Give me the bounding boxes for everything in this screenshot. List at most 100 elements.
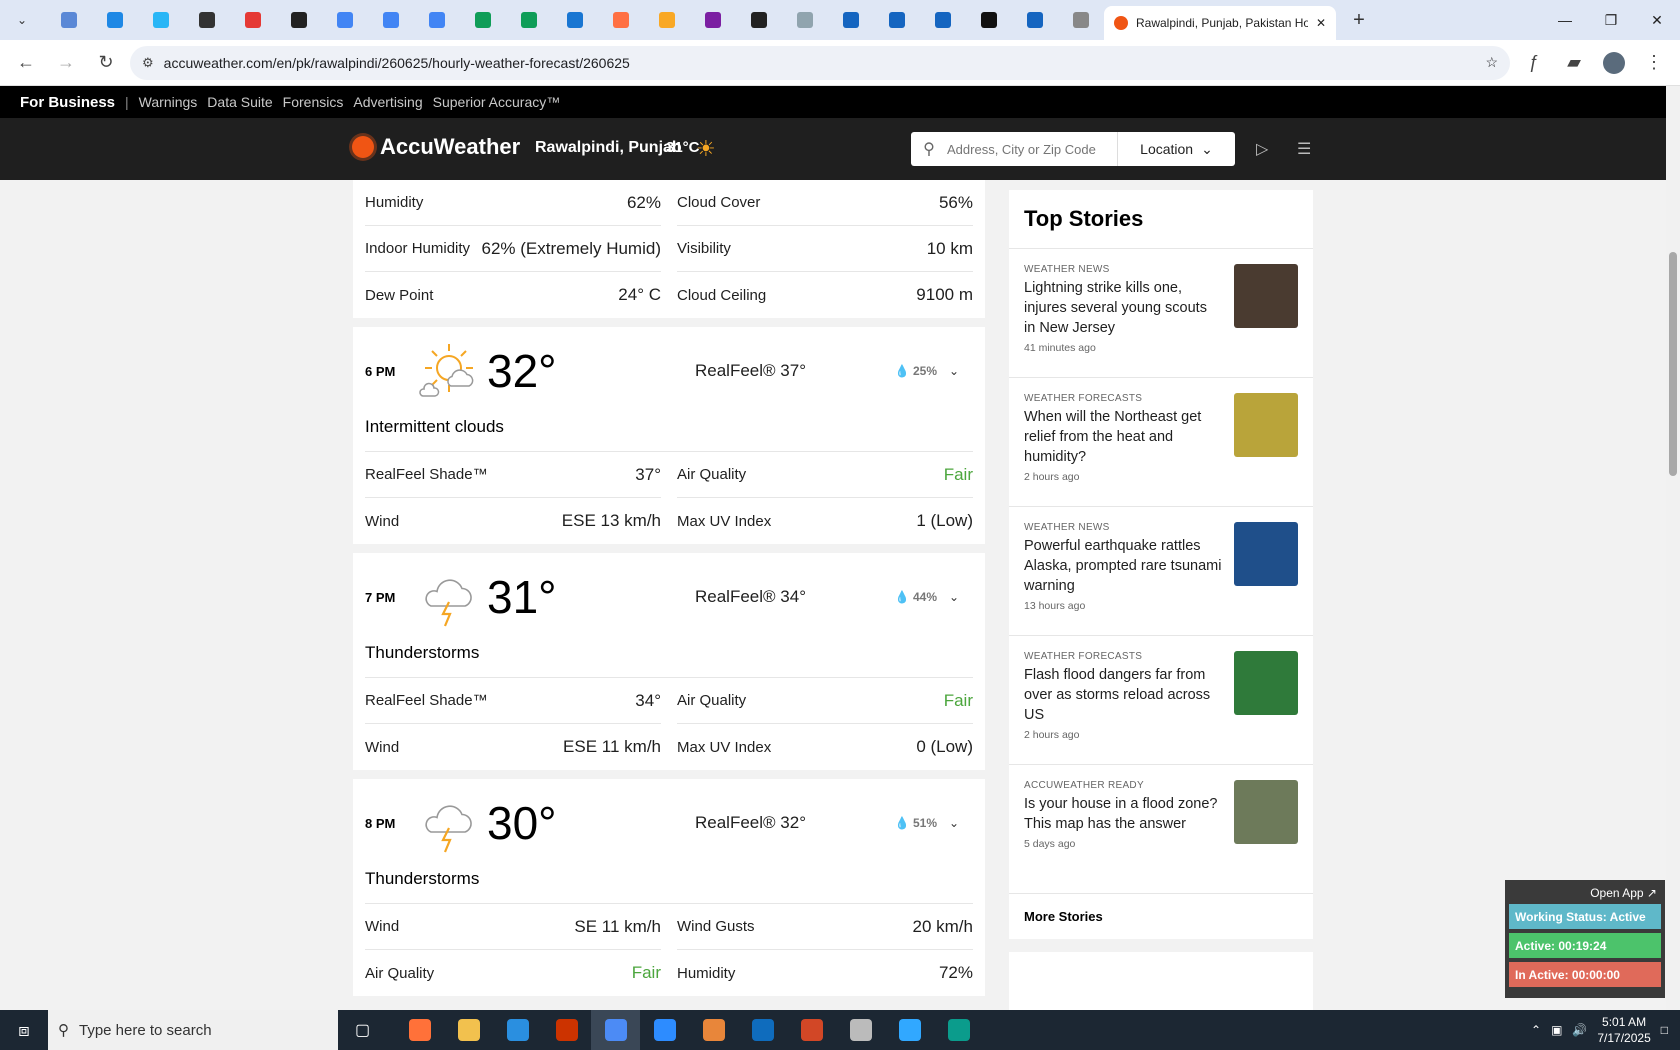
browser-tab[interactable] <box>276 0 322 40</box>
tray-chevron-icon[interactable]: ⌃ <box>1531 1023 1541 1037</box>
browser-tab[interactable] <box>782 0 828 40</box>
taskbar-app-icon[interactable] <box>395 1010 444 1050</box>
taskbar-app-icon[interactable] <box>689 1010 738 1050</box>
url-text[interactable]: accuweather.com/en/pk/rawalpindi/260625/… <box>164 55 1476 71</box>
hour-card-7pm[interactable]: 7 PM 31° RealFeel® 34° 💧 44% ⌄ Thunderst… <box>353 553 985 770</box>
advertising-link[interactable]: Advertising <box>353 94 422 110</box>
browser-tab[interactable] <box>644 0 690 40</box>
browser-tab[interactable] <box>598 0 644 40</box>
warnings-link[interactable]: Warnings <box>139 94 198 110</box>
story-item[interactable]: ACCUWEATHER READY Is your house in a floo… <box>1009 765 1313 894</box>
tab-search-icon[interactable]: ⌄ <box>8 6 36 34</box>
browser-menu-icon[interactable]: ⋮ <box>1638 47 1670 79</box>
extension-icon[interactable]: ƒ <box>1518 47 1550 79</box>
hour-header[interactable]: 7 PM 31° RealFeel® 34° 💧 44% ⌄ <box>365 553 973 641</box>
hour-header[interactable]: 8 PM 30° RealFeel® 32° 💧 51% ⌄ <box>365 779 973 867</box>
browser-tab[interactable] <box>736 0 782 40</box>
network-icon[interactable]: ▣ <box>1551 1023 1562 1037</box>
taskbar-app-icon[interactable] <box>444 1010 493 1050</box>
close-tab-icon[interactable]: ✕ <box>1316 16 1326 30</box>
taskbar-app-icon[interactable] <box>934 1010 983 1050</box>
taskbar-app-icon[interactable] <box>640 1010 689 1050</box>
expand-chevron-icon[interactable]: ⌄ <box>949 364 959 378</box>
superior-accuracy-link[interactable]: Superior Accuracy™ <box>433 94 561 110</box>
browser-tab[interactable] <box>552 0 598 40</box>
browser-tab[interactable] <box>92 0 138 40</box>
taskbar-search[interactable]: ⚲ Type here to search <box>48 1010 338 1050</box>
profile-avatar[interactable] <box>1598 47 1630 79</box>
hour-card-6pm[interactable]: 6 PM 32° RealFeel® 37° 💧 25% ⌄ Intermitt… <box>353 327 985 544</box>
system-clock[interactable]: 5:01 AM 7/17/2025 <box>1597 1014 1650 1046</box>
browser-tab[interactable] <box>230 0 276 40</box>
back-button[interactable]: ← <box>10 47 42 79</box>
reload-button[interactable]: ↻ <box>90 47 122 79</box>
active-tab[interactable]: Rawalpindi, Punjab, Pakistan Ho ✕ <box>1104 6 1336 40</box>
browser-tab[interactable] <box>920 0 966 40</box>
forward-button[interactable]: → <box>50 47 82 79</box>
story-item[interactable]: WEATHER FORECASTS Flash flood dangers far… <box>1009 636 1313 765</box>
browser-tab[interactable] <box>874 0 920 40</box>
data-suite-link[interactable]: Data Suite <box>207 94 272 110</box>
hamburger-menu-icon[interactable]: ☰ <box>1297 139 1311 159</box>
close-window-button[interactable]: ✕ <box>1634 0 1680 40</box>
browser-tab[interactable] <box>46 0 92 40</box>
task-view-icon[interactable]: ▢ <box>338 1010 387 1050</box>
browser-tab[interactable] <box>460 0 506 40</box>
taskbar-app-icon[interactable] <box>787 1010 836 1050</box>
restore-button[interactable]: ❐ <box>1588 0 1634 40</box>
expand-chevron-icon[interactable]: ⌄ <box>949 816 959 830</box>
browser-tab[interactable] <box>966 0 1012 40</box>
search-input[interactable] <box>947 141 1117 157</box>
scrollbar-thumb[interactable] <box>1669 252 1677 476</box>
story-item[interactable]: WEATHER NEWS Powerful earthquake rattles … <box>1009 507 1313 636</box>
story-thumbnail[interactable] <box>1234 651 1298 715</box>
browser-tab[interactable] <box>1058 0 1104 40</box>
story-thumbnail[interactable] <box>1234 264 1298 328</box>
story-headline[interactable]: Flash flood dangers far from over as sto… <box>1024 665 1222 725</box>
taskbar-app-icon[interactable] <box>885 1010 934 1050</box>
taskbar-app-icon[interactable] <box>836 1010 885 1050</box>
story-headline[interactable]: When will the Northeast get relief from … <box>1024 407 1222 467</box>
accuweather-logo[interactable]: AccuWeather <box>352 134 520 160</box>
header-location[interactable]: Rawalpindi, Punjab <box>535 139 682 157</box>
volume-icon[interactable]: 🔊 <box>1572 1023 1587 1037</box>
taskbar-app-icon[interactable] <box>493 1010 542 1050</box>
open-app-button[interactable]: Open App ↗ <box>1509 884 1661 904</box>
location-button[interactable]: Location ⌄ <box>1118 141 1235 158</box>
extensions-puzzle-icon[interactable]: ▰ <box>1558 47 1590 79</box>
browser-tab[interactable] <box>184 0 230 40</box>
for-business-link[interactable]: For Business <box>20 94 115 111</box>
taskbar-app-icon[interactable] <box>591 1010 640 1050</box>
hour-header[interactable]: 6 PM 32° RealFeel® 37° 💧 25% ⌄ <box>365 327 973 415</box>
story-thumbnail[interactable] <box>1234 522 1298 586</box>
notifications-icon[interactable]: □ <box>1661 1023 1668 1037</box>
hour-card-8pm[interactable]: 8 PM 30° RealFeel® 32° 💧 51% ⌄ Thunderst… <box>353 779 985 996</box>
new-tab-button[interactable]: + <box>1344 9 1374 32</box>
page-scrollbar[interactable] <box>1666 86 1680 1010</box>
browser-tab[interactable] <box>690 0 736 40</box>
browser-tab[interactable] <box>828 0 874 40</box>
story-item[interactable]: WEATHER NEWS Lightning strike kills one, … <box>1009 249 1313 378</box>
browser-tab[interactable] <box>368 0 414 40</box>
story-thumbnail[interactable] <box>1234 393 1298 457</box>
story-headline[interactable]: Powerful earthquake rattles Alaska, prom… <box>1024 536 1222 596</box>
minimize-button[interactable]: — <box>1542 0 1588 40</box>
taskbar-app-icon[interactable] <box>542 1010 591 1050</box>
windows-start-icon[interactable]: ⧈ <box>0 1010 48 1050</box>
site-info-icon[interactable]: ⚙ <box>142 55 154 71</box>
story-item[interactable]: WEATHER FORECASTS When will the Northeast… <box>1009 378 1313 507</box>
bookmark-star-icon[interactable]: ☆ <box>1485 54 1498 71</box>
browser-tab[interactable] <box>138 0 184 40</box>
browser-tab[interactable] <box>1012 0 1058 40</box>
browser-tab[interactable] <box>506 0 552 40</box>
header-temp[interactable]: 31°C <box>666 139 700 156</box>
story-headline[interactable]: Is your house in a flood zone? This map … <box>1024 794 1222 834</box>
story-headline[interactable]: Lightning strike kills one, injures seve… <box>1024 278 1222 338</box>
more-stories-link[interactable]: More Stories <box>1009 894 1313 939</box>
browser-tab[interactable] <box>322 0 368 40</box>
address-bar[interactable]: ⚙ accuweather.com/en/pk/rawalpindi/26062… <box>130 45 1510 80</box>
expand-chevron-icon[interactable]: ⌄ <box>949 590 959 604</box>
story-thumbnail[interactable] <box>1234 780 1298 844</box>
taskbar-app-icon[interactable] <box>738 1010 787 1050</box>
browser-tab[interactable] <box>414 0 460 40</box>
